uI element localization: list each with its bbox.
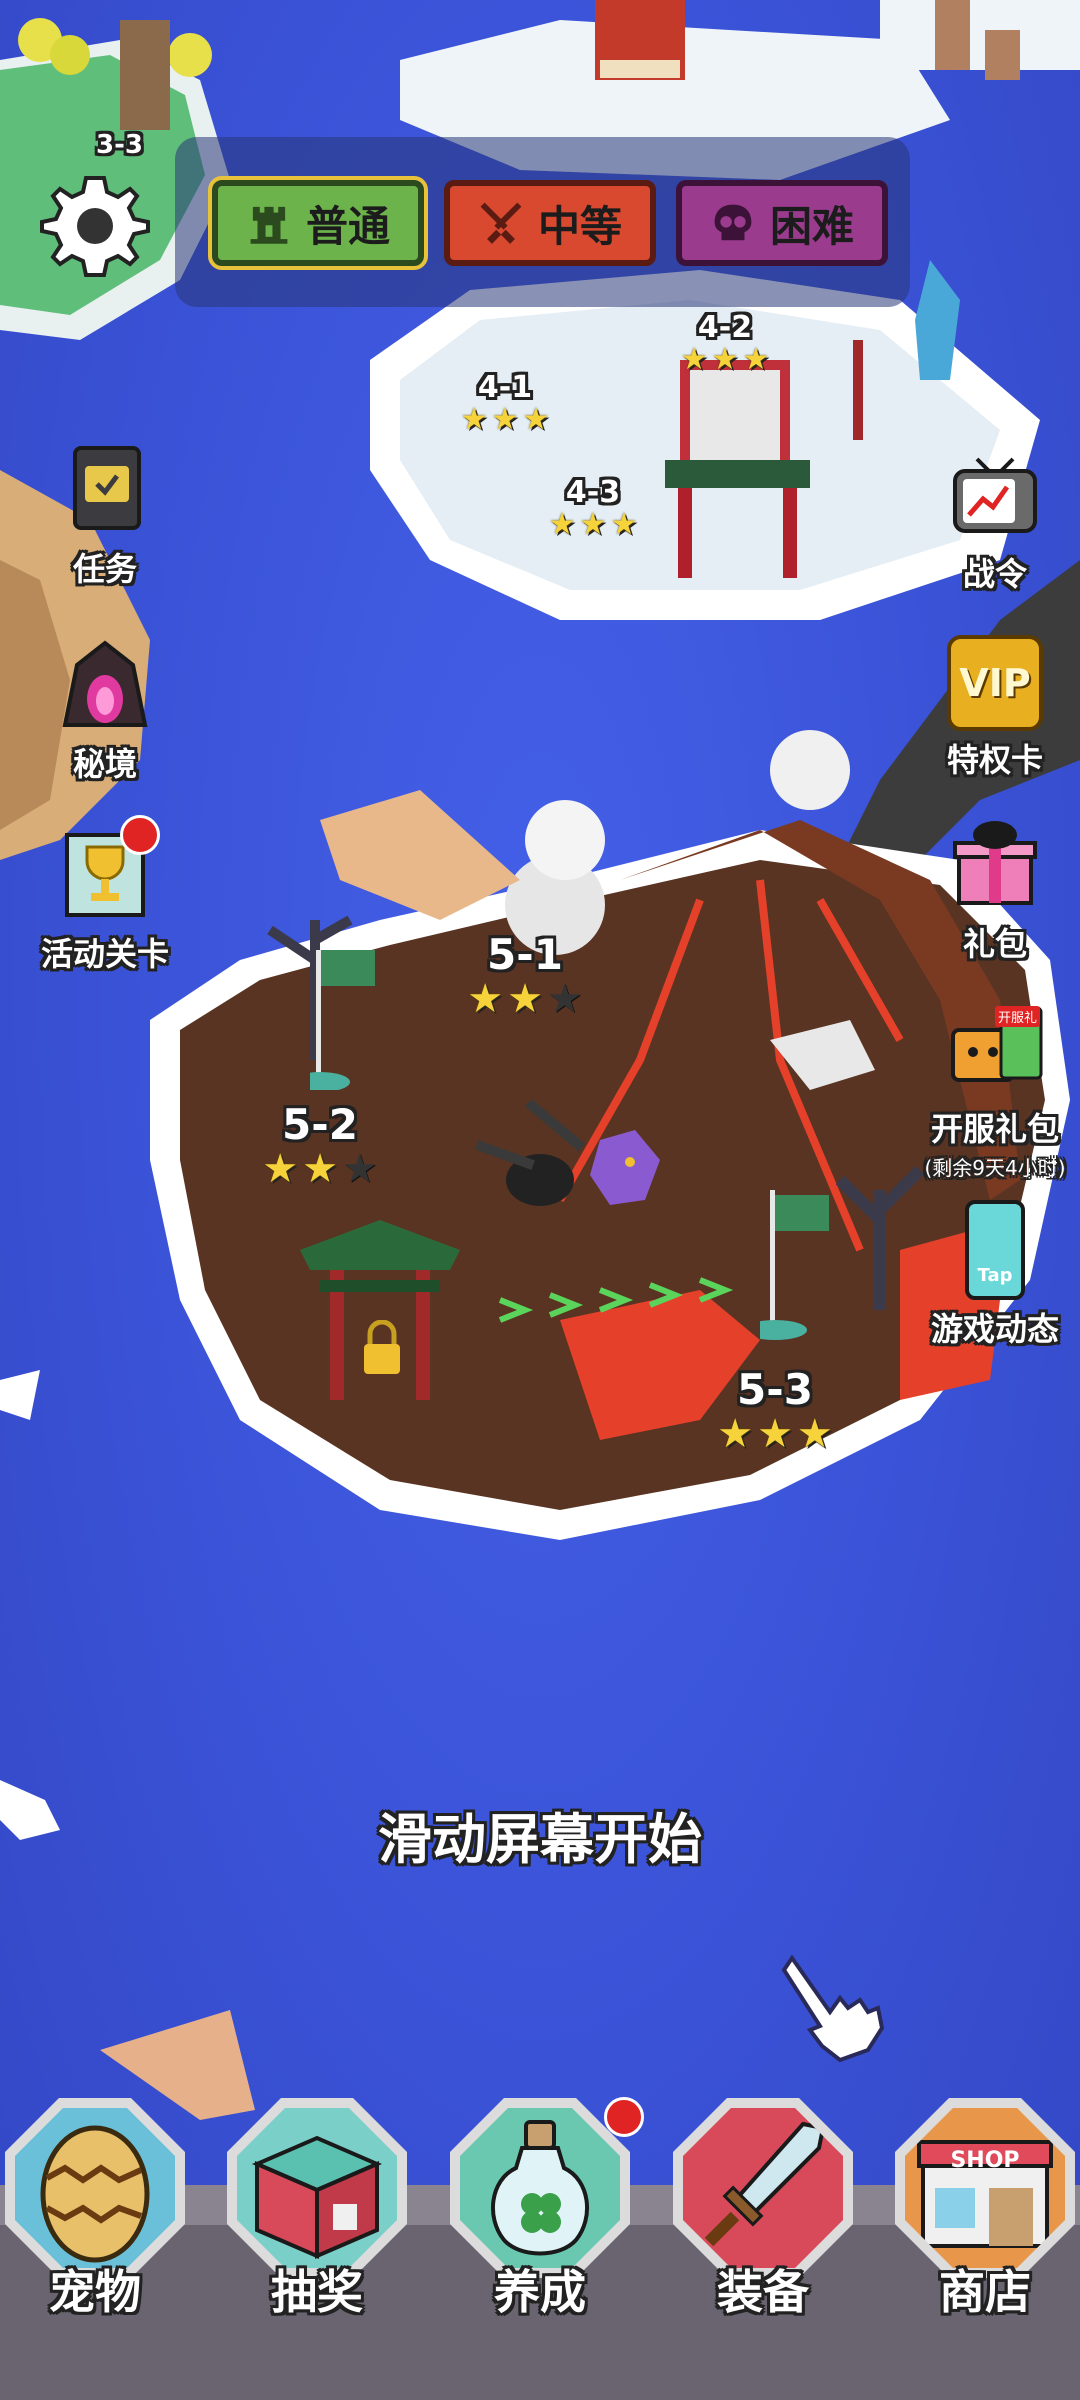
nav-cultivate-label: 养成 [494, 2265, 586, 2319]
potion-icon [490, 2120, 590, 2256]
privilege-card-button[interactable]: VIP 特权卡 [920, 635, 1070, 781]
launch-gift-timer: (剩余9天4小时) [924, 1156, 1066, 1180]
launch-gift-icon: 开服礼 [945, 1000, 1045, 1100]
locked-gate[interactable] [300, 1220, 460, 1410]
level-marker-4-1[interactable]: 4-1 ★ ★ ★ [460, 370, 550, 435]
level-number: 4-3 [565, 475, 621, 510]
tap-icon: Tap [965, 1200, 1025, 1300]
launch-gift-label: 开服礼包 [930, 1110, 1059, 1148]
nav-lottery-label: 抽奖 [271, 2265, 363, 2319]
launch-gift-tag: 开服礼 [995, 1006, 1041, 1027]
settings-button[interactable] [40, 170, 150, 280]
level-stars: ★ ★ ★ [548, 507, 638, 542]
level-marker-4-2[interactable]: 4-2 ★ ★ ★ [680, 310, 770, 375]
level-3-3-label: 3-3 [96, 130, 143, 160]
gift-icon [953, 821, 1037, 905]
nav-lottery-button[interactable]: 抽奖 [222, 2098, 412, 2348]
castle-icon [250, 206, 288, 244]
flag-icon [290, 950, 380, 1094]
lock-icon [364, 1320, 400, 1374]
nav-shop-label: 商店 [939, 2265, 1031, 2319]
level-marker-5-1[interactable]: 5-1 ★ ★ ★ [455, 930, 595, 1019]
egg-icon [40, 2125, 150, 2263]
nav-equipment-button[interactable]: 装备 [668, 2098, 858, 2348]
vip-icon: VIP [947, 635, 1043, 731]
level-stars: ★ ★ ★ [262, 1146, 378, 1192]
nav-shop-button[interactable]: SHOP 商店 [890, 2098, 1080, 2348]
nav-cultivate-button[interactable]: 养成 [445, 2098, 635, 2348]
battle-pass-button[interactable]: 战令 [920, 445, 1070, 595]
event-stage-notification-dot [120, 815, 160, 855]
level-number: 5-1 [487, 930, 563, 979]
hero-characters[interactable] [460, 1100, 690, 1260]
swipe-hint: 滑动屏幕开始 [378, 1808, 702, 1871]
shop-icon [917, 2140, 1053, 2248]
chest-icon [251, 2135, 383, 2260]
shop-sign-text: SHOP [950, 2148, 1020, 2173]
nav-equipment-label: 装备 [717, 2265, 809, 2319]
book-icon [73, 446, 141, 530]
gear-icon [40, 176, 150, 277]
difficulty-hard-button[interactable]: 困难 [676, 180, 888, 266]
level-stars: ★ ★ ★ [717, 1411, 833, 1457]
level-stars: ★ ★ ★ [467, 976, 583, 1022]
launch-gift-button[interactable]: 开服礼 开服礼包 (剩余9天4小时) [915, 1000, 1075, 1181]
difficulty-medium-button[interactable]: 中等 [444, 180, 656, 266]
cave-icon [62, 640, 148, 727]
flag-icon [743, 1190, 840, 1344]
game-news-button[interactable]: Tap 游戏动态 [920, 1200, 1070, 1350]
privilege-card-label: 特权卡 [946, 741, 1043, 779]
level-marker-4-3[interactable]: 4-3 ★ ★ ★ [548, 475, 638, 540]
cultivate-notification-dot [604, 2097, 644, 2137]
secret-realm-button[interactable]: 秘境 [30, 635, 180, 785]
secret-realm-label: 秘境 [72, 745, 137, 783]
nav-pets-label: 宠物 [49, 2265, 141, 2319]
level-number: 5-3 [737, 1365, 813, 1414]
difficulty-normal-label: 普通 [305, 201, 390, 251]
level-stars: ★ ★ ★ [460, 402, 550, 437]
event-stage-label: 活动关卡 [40, 935, 169, 973]
swords-icon [480, 202, 522, 244]
difficulty-normal-button[interactable]: 普通 [208, 176, 428, 270]
game-news-label: 游戏动态 [930, 1310, 1059, 1348]
difficulty-hard-label: 困难 [769, 201, 854, 251]
nav-pets-button[interactable]: 宠物 [0, 2098, 190, 2348]
level-marker-5-3[interactable]: 5-3 ★ ★ ★ [700, 1365, 850, 1454]
level-number: 4-2 [697, 310, 753, 345]
difficulty-medium-label: 中等 [537, 201, 622, 251]
level-number: 4-1 [477, 370, 533, 405]
pointer-hand-icon [781, 1954, 885, 2063]
sword-icon [704, 2121, 826, 2247]
tap-icon-text: Tap [977, 1265, 1013, 1286]
vip-badge-text: VIP [959, 661, 1031, 705]
quests-label: 任务 [72, 550, 137, 588]
quests-button[interactable]: 任务 [30, 440, 180, 590]
gift-pack-label: 礼包 [962, 925, 1027, 963]
skull-icon [714, 204, 752, 241]
level-stars: ★ ★ ★ [680, 342, 770, 377]
level-marker-5-2[interactable]: 5-2 ★ ★ ★ [250, 1100, 390, 1189]
level-number: 5-2 [282, 1100, 358, 1149]
event-stage-button[interactable]: 活动关卡 [30, 825, 180, 975]
battle-pass-label: 战令 [962, 555, 1027, 593]
tv-chart-icon [953, 457, 1037, 533]
gift-pack-button[interactable]: 礼包 [920, 815, 1070, 965]
